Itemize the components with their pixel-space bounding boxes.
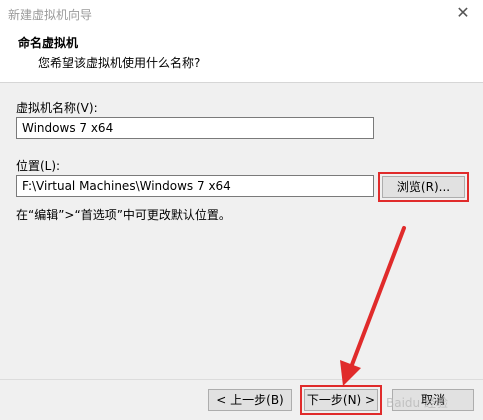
window-title: 新建虚拟机向导 xyxy=(8,8,93,22)
vm-name-label: 虚拟机名称(V): xyxy=(16,101,98,115)
browse-button[interactable]: 浏览(R)... xyxy=(382,176,465,198)
back-button[interactable]: < 上一步(B) xyxy=(208,389,292,411)
page-title: 命名虚拟机 xyxy=(18,36,79,50)
wizard-header: 命名虚拟机 您希望该虚拟机使用什么名称? xyxy=(0,28,483,82)
next-button[interactable]: 下一步(N) > xyxy=(304,389,378,411)
watermark: Baidu 经验 xyxy=(386,396,448,410)
page-subtitle: 您希望该虚拟机使用什么名称? xyxy=(38,56,201,70)
close-icon[interactable]: ✕ xyxy=(451,2,475,24)
title-bar: 新建虚拟机向导 ✕ xyxy=(0,0,483,28)
location-input[interactable] xyxy=(16,175,374,197)
vm-name-input[interactable] xyxy=(16,117,374,139)
location-label: 位置(L): xyxy=(16,159,61,173)
location-hint: 在“编辑”>“首选项”中可更改默认位置。 xyxy=(16,208,231,222)
